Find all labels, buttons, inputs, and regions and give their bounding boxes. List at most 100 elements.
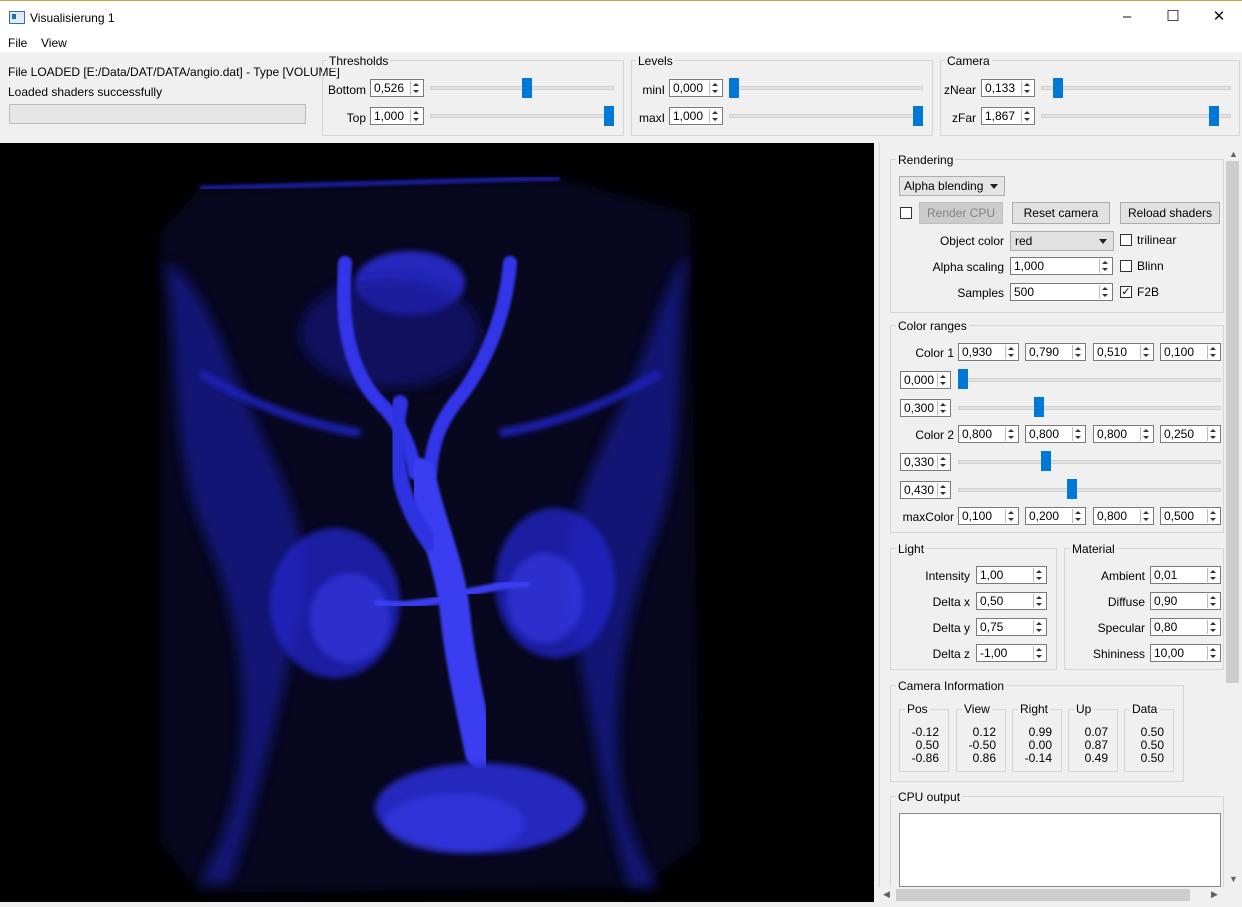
camera-view-values: 0.12 -0.50 0.86 (968, 725, 996, 765)
mini-spinbox[interactable]: 0,000 (669, 79, 723, 97)
horizontal-scroll-thumb[interactable] (896, 889, 1190, 901)
maxi-spinbox[interactable]: 1,000 (669, 107, 723, 125)
f2b-checkbox[interactable]: ✓ (1120, 286, 1132, 298)
range2-start-slider-handle[interactable] (1041, 451, 1052, 471)
top-spinbox[interactable]: 1,000 (370, 107, 424, 125)
object-color-combo[interactable]: red (1010, 231, 1114, 251)
range2-end-slider-track[interactable] (958, 488, 1221, 492)
range2-start-spinbox[interactable]: 0,330 (900, 453, 951, 471)
maxcolor-label: maxColor (902, 510, 954, 524)
maxcolor-a-spinbox[interactable]: 0,500 (1160, 507, 1221, 525)
scroll-down-icon[interactable]: ▼ (1229, 874, 1238, 884)
menu-file[interactable]: File (8, 36, 27, 50)
delta-x-spinbox[interactable]: 0,50 (976, 592, 1047, 610)
minimize-button[interactable]: – (1104, 1, 1150, 33)
vertical-scroll-thumb[interactable] (1226, 161, 1239, 683)
maxcolor-r-spinbox[interactable]: 0,100 (958, 507, 1019, 525)
chevron-down-icon (1099, 239, 1107, 244)
blend-mode-combo[interactable]: Alpha blending (899, 176, 1005, 196)
chevron-down-icon (990, 184, 998, 189)
specular-label: Specular (1097, 621, 1145, 635)
range1-start-slider-handle[interactable] (958, 369, 968, 389)
znear-label: zNear (943, 83, 976, 97)
bottom-spinbox[interactable]: 0,526 (370, 79, 424, 97)
top-label: Top (346, 111, 366, 125)
render-cpu-button[interactable]: Render CPU (919, 202, 1003, 224)
reset-camera-button[interactable]: Reset camera (1012, 202, 1110, 224)
toolbar: File LOADED [E:/Data/DAT/DATA/angio.dat]… (0, 52, 1242, 142)
camera-up-values: 0.07 0.87 0.49 (1084, 725, 1108, 765)
camera-data-label: Data (1130, 702, 1160, 716)
light-title: Light (896, 542, 927, 556)
thresholds-group (322, 60, 624, 136)
bottom-slider-handle[interactable] (521, 78, 532, 98)
color1-a-spinbox[interactable]: 0,100 (1160, 343, 1221, 361)
camera-view-label: View (962, 702, 992, 716)
mini-slider-track[interactable] (729, 86, 923, 90)
zfar-spinbox[interactable]: 1,867 (981, 107, 1035, 125)
alpha-scaling-spinbox[interactable]: 1,000 (1010, 257, 1113, 275)
maximize-button[interactable]: ☐ (1150, 1, 1196, 33)
reload-shaders-button[interactable]: Reload shaders (1120, 202, 1220, 224)
window-title: Visualisierung 1 (30, 11, 115, 25)
mini-label: minI (642, 83, 665, 97)
color2-r-spinbox[interactable]: 0,800 (958, 425, 1019, 443)
render-viewport[interactable] (0, 143, 874, 902)
ambient-spinbox[interactable]: 0,01 (1150, 566, 1221, 584)
intensity-label: Intensity (925, 569, 970, 583)
color1-b-spinbox[interactable]: 0,510 (1093, 343, 1154, 361)
zfar-slider-handle[interactable] (1209, 106, 1220, 126)
maxcolor-b-spinbox[interactable]: 0,800 (1093, 507, 1154, 525)
specular-spinbox[interactable]: 0,80 (1150, 618, 1221, 636)
samples-spinbox[interactable]: 500 (1010, 283, 1113, 301)
menu-bar: File View (0, 34, 1242, 52)
scroll-right-icon[interactable]: ▶ (1211, 889, 1218, 900)
top-slider-handle[interactable] (604, 106, 614, 126)
znear-slider-handle[interactable] (1052, 78, 1063, 98)
color2-b-spinbox[interactable]: 0,800 (1093, 425, 1154, 443)
maxi-slider-handle[interactable] (913, 106, 923, 126)
delta-y-spinbox[interactable]: 0,75 (976, 618, 1047, 636)
znear-slider-track[interactable] (1041, 86, 1231, 90)
scroll-left-icon[interactable]: ◀ (883, 889, 890, 900)
blinn-label: Blinn (1137, 259, 1164, 273)
blinn-checkbox[interactable] (1120, 260, 1132, 272)
range2-end-slider-handle[interactable] (1066, 479, 1077, 499)
title-bar: Visualisierung 1 – ☐ ✕ (0, 0, 1242, 34)
color1-g-spinbox[interactable]: 0,790 (1025, 343, 1086, 361)
delta-z-spinbox[interactable]: -1,00 (976, 644, 1047, 662)
scroll-up-icon[interactable]: ▲ (1229, 149, 1238, 159)
menu-view[interactable]: View (41, 36, 67, 50)
cpu-output-title: CPU output (896, 790, 963, 804)
range1-start-spinbox[interactable]: 0,000 (900, 371, 951, 389)
range1-end-spinbox[interactable]: 0,300 (900, 399, 951, 417)
color2-a-spinbox[interactable]: 0,250 (1160, 425, 1221, 443)
maxcolor-g-spinbox[interactable]: 0,200 (1025, 507, 1086, 525)
shininess-spinbox[interactable]: 10,00 (1150, 644, 1221, 662)
range1-start-slider-track[interactable] (958, 378, 1221, 382)
top-slider-track[interactable] (430, 114, 614, 118)
panel-horizontal-scrollbar[interactable]: ◀ ▶ (879, 887, 1224, 903)
render-cpu-checkbox[interactable] (900, 207, 912, 219)
diffuse-spinbox[interactable]: 0,90 (1150, 592, 1221, 610)
panel-vertical-scrollbar[interactable]: ▲ ▼ (1224, 143, 1241, 903)
zfar-slider-track[interactable] (1041, 114, 1231, 118)
color1-r-spinbox[interactable]: 0,930 (958, 343, 1019, 361)
close-button[interactable]: ✕ (1196, 1, 1242, 33)
trilinear-checkbox[interactable] (1120, 234, 1132, 246)
intensity-spinbox[interactable]: 1,00 (976, 566, 1047, 584)
znear-spinbox[interactable]: 0,133 (981, 79, 1035, 97)
range1-end-slider-handle[interactable] (1033, 397, 1044, 417)
settings-panel: Rendering Alpha blending Render CPU Rese… (879, 143, 1241, 903)
rendering-title: Rendering (896, 153, 956, 167)
shininess-label: Shininess (1092, 647, 1145, 661)
range2-start-slider-track[interactable] (958, 460, 1221, 464)
mini-slider-handle[interactable] (729, 78, 739, 98)
range2-end-spinbox[interactable]: 0,430 (900, 481, 951, 499)
object-color-label: Object color (939, 234, 1004, 248)
color2-g-spinbox[interactable]: 0,800 (1025, 425, 1086, 443)
cpu-output-textarea[interactable] (899, 813, 1221, 887)
maxi-slider-track[interactable] (729, 114, 923, 118)
range1-end-slider-track[interactable] (958, 406, 1221, 410)
bottom-label: Bottom (327, 83, 366, 97)
